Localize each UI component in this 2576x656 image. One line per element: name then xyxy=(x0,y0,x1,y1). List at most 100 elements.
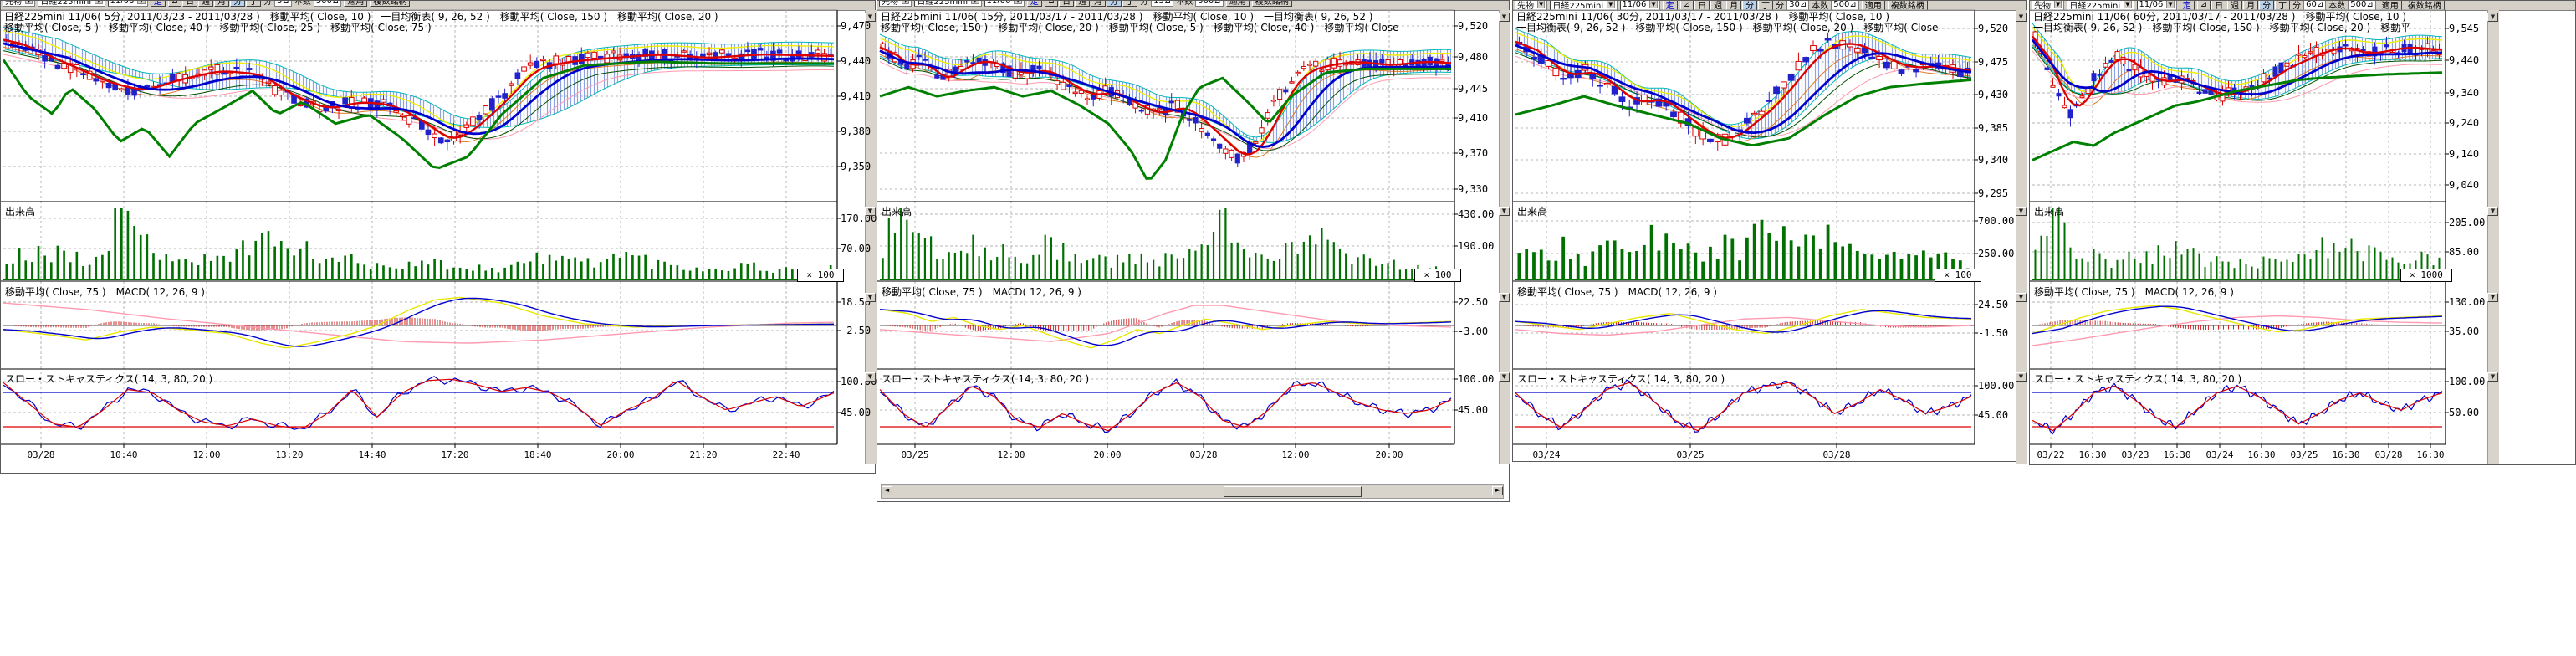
x-axis-label: 03/28 xyxy=(1189,449,1217,460)
chart-title-line2: 一目均衡表( 9, 26, 52 ) 移動平均( Close, 150 ) 移動… xyxy=(1516,23,1970,33)
x-axis-label: 16:30 xyxy=(2078,449,2106,460)
x-axis-label: 03/25 xyxy=(901,449,928,460)
volume-multiplier-badge: × 100 xyxy=(1414,269,1461,282)
x-axis-label: 03/22 xyxy=(2037,449,2064,460)
y-axis-label: 85.00 xyxy=(2449,246,2479,258)
y-axis-label: 9,350 xyxy=(841,161,871,172)
x-axis-label: 03/25 xyxy=(2290,449,2318,460)
stochastics-section-label: スロー・ストキャスティクス( 14, 3, 80, 20 ) xyxy=(2034,372,2241,386)
y-axis-label: 45.00 xyxy=(1978,409,2008,421)
scroll-down-button-1[interactable]: ▼ xyxy=(2016,207,2027,216)
x-axis-label: 10:40 xyxy=(110,449,137,460)
scroll-down-button-1[interactable]: ▼ xyxy=(865,207,876,216)
scroll-down-button-3[interactable]: ▼ xyxy=(2487,372,2498,382)
scroll-down-button-2[interactable]: ▼ xyxy=(1499,293,1510,302)
macd-plot xyxy=(3,297,837,347)
macd-section-label: 移動平均( Close, 75 ) MACD( 12, 26, 9 ) xyxy=(882,284,1081,299)
x-axis-label: 03/28 xyxy=(27,449,54,460)
y-axis-label: 9,340 xyxy=(2449,87,2479,99)
chart-plot-area[interactable] xyxy=(877,1,1510,503)
vertical-scrollbar[interactable] xyxy=(2016,10,2027,464)
scroll-down-button-2[interactable]: ▼ xyxy=(2016,293,2027,302)
y-axis-label: 100.00 xyxy=(1458,373,1494,385)
y-axis-label: 190.00 xyxy=(1458,240,1494,252)
volume-section-label: 出来高 xyxy=(1517,204,1547,218)
y-axis-label: -2.50 xyxy=(841,325,871,336)
y-axis-label: 9,385 xyxy=(1978,122,2008,134)
scroll-left-button[interactable]: ◄ xyxy=(882,486,892,495)
stochastic-plot xyxy=(2032,383,2442,433)
x-axis-label: 17:20 xyxy=(441,449,468,460)
scroll-down-button-0[interactable]: ▼ xyxy=(2016,13,2027,22)
y-axis-label: 9,410 xyxy=(1458,112,1488,124)
macd-plot xyxy=(1515,310,1975,336)
stochastics-section-label: スロー・ストキャスティクス( 14, 3, 80, 20 ) xyxy=(882,372,1089,386)
y-axis-label: 9,240 xyxy=(2449,117,2479,129)
scroll-down-button-0[interactable]: ▼ xyxy=(1499,13,1510,22)
volume-multiplier-badge: × 100 xyxy=(797,269,844,282)
chart-title-line1: 日経225mini 11/06( 30分, 2011/03/17 - 2011/… xyxy=(1516,12,1970,23)
volume-section-label: 出来高 xyxy=(882,204,912,218)
y-axis-label: 9,380 xyxy=(841,126,871,137)
x-axis-label: 20:00 xyxy=(1093,449,1121,460)
y-axis-label: 50.00 xyxy=(2449,407,2479,418)
volume-multiplier-badge: × 100 xyxy=(1935,269,1981,282)
x-axis-label: 12:00 xyxy=(997,449,1025,460)
scroll-right-button[interactable]: ► xyxy=(1492,486,1503,495)
y-axis-label: -1.50 xyxy=(1978,327,2008,339)
y-axis-label: 70.00 xyxy=(841,243,871,254)
scroll-down-button-0[interactable]: ▼ xyxy=(865,13,876,22)
x-axis-label: 03/25 xyxy=(1676,449,1704,460)
scroll-down-button-2[interactable]: ▼ xyxy=(2487,293,2498,302)
macd-plot xyxy=(880,305,1454,348)
x-axis-label: 20:00 xyxy=(606,449,634,460)
chart-plot-area[interactable] xyxy=(1,1,877,474)
chart-title-line2: 移動平均( Close, 5 ) 移動平均( Close, 40 ) 移動平均(… xyxy=(4,23,832,33)
horizontal-scrollbar[interactable]: ◄► xyxy=(881,484,1504,499)
volume-bars xyxy=(880,208,1454,280)
y-axis-label: 9,430 xyxy=(1978,89,2008,100)
chart-plot-area[interactable] xyxy=(1513,1,2027,463)
y-axis-label: 100.00 xyxy=(1978,380,2014,392)
scroll-down-button-2[interactable]: ▼ xyxy=(865,293,876,302)
scroll-down-button-1[interactable]: ▼ xyxy=(1499,207,1510,216)
y-axis-label: 45.00 xyxy=(841,407,871,418)
desktop: { "app": {"background": "#ffffff"}, "col… xyxy=(0,0,2576,656)
y-axis-label: 9,410 xyxy=(841,90,871,102)
scroll-down-button-3[interactable]: ▼ xyxy=(2016,372,2027,382)
chart-window-3: 先物▼ 日経225mini▼ 11/06▼ 定 ⊿日週月分丁 分 30⊿ 本数 … xyxy=(1512,0,2027,462)
x-axis-label: 18:40 xyxy=(524,449,551,460)
y-axis-label: 9,445 xyxy=(1458,83,1488,95)
x-axis-label: 12:00 xyxy=(1281,449,1309,460)
scroll-down-button-3[interactable]: ▼ xyxy=(1499,372,1510,382)
scroll-down-button-0[interactable]: ▼ xyxy=(2487,13,2498,22)
volume-multiplier-badge: × 1000 xyxy=(2400,269,2452,282)
vertical-scrollbar[interactable] xyxy=(865,10,877,464)
x-axis-label: 14:40 xyxy=(358,449,386,460)
vertical-scrollbar[interactable] xyxy=(2487,10,2499,464)
y-axis-label: 22.50 xyxy=(1458,296,1488,308)
x-axis-label: 03/23 xyxy=(2121,449,2149,460)
y-axis-label: 45.00 xyxy=(1458,404,1488,416)
y-axis-label: 130.00 xyxy=(2449,296,2485,308)
ichimoku-cloud xyxy=(1515,28,1971,138)
chart-window-4: 先物▼ 日経225mini▼ 11/06▼ 定 ⊿日週月分丁 分 60⊿ 本数 … xyxy=(2029,0,2576,465)
volume-section-label: 出来高 xyxy=(5,204,35,218)
vertical-scrollbar[interactable] xyxy=(1499,10,1510,464)
x-axis-label: 12:00 xyxy=(192,449,220,460)
x-axis-label: 03/28 xyxy=(1822,449,1850,460)
stochastics-section-label: スロー・ストキャスティクス( 14, 3, 80, 20 ) xyxy=(1517,372,1725,386)
macd-section-label: 移動平均( Close, 75 ) MACD( 12, 26, 9 ) xyxy=(5,284,205,299)
y-axis-label: 9,545 xyxy=(2449,23,2479,34)
scroll-down-button-3[interactable]: ▼ xyxy=(865,372,876,382)
scrollbar-thumb[interactable] xyxy=(1224,486,1362,497)
stochastic-plot xyxy=(880,379,1451,432)
chart-title-line1: 日経225mini 11/06( 15分, 2011/03/17 - 2011/… xyxy=(881,12,1449,23)
chart-title-line1: 日経225mini 11/06( 60分, 2011/03/17 - 2011/… xyxy=(2033,12,2441,23)
scroll-down-button-1[interactable]: ▼ xyxy=(2487,207,2498,216)
y-axis-label: 9,370 xyxy=(1458,147,1488,159)
y-axis-label: 9,520 xyxy=(1458,20,1488,32)
volume-bars xyxy=(1515,220,1975,280)
x-axis-label: 03/24 xyxy=(2205,449,2233,460)
x-axis-label: 21:20 xyxy=(689,449,717,460)
